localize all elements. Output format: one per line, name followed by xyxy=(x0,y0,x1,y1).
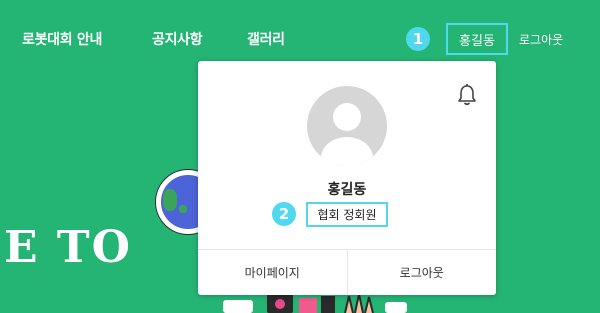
member-grade-badge: 협회 정회원 xyxy=(306,202,388,227)
user-avatar xyxy=(307,86,387,166)
profile-card-footer: 마이페이지 로그아웃 xyxy=(198,249,496,295)
step-badge-1: 1 xyxy=(406,27,430,51)
robot-illustration xyxy=(215,292,415,313)
hero-title-text: E TO xyxy=(4,222,132,273)
user-name-button[interactable]: 홍길동 xyxy=(446,23,508,55)
bell-icon[interactable] xyxy=(456,83,478,107)
step-badge-2: 2 xyxy=(272,202,296,226)
nav-item-notices[interactable]: 공지사항 xyxy=(152,29,203,49)
mypage-button[interactable]: 마이페이지 xyxy=(198,250,347,295)
nav-item-contest-info[interactable]: 로봇대회 안내 xyxy=(22,29,102,49)
logout-link[interactable]: 로그아웃 xyxy=(519,31,563,48)
nav-item-gallery[interactable]: 갤러리 xyxy=(247,29,285,49)
profile-dropdown-card: 홍길동 협회 정회원 마이페이지 로그아웃 xyxy=(198,61,496,295)
profile-name: 홍길동 xyxy=(327,182,367,198)
card-logout-button[interactable]: 로그아웃 xyxy=(346,250,497,295)
